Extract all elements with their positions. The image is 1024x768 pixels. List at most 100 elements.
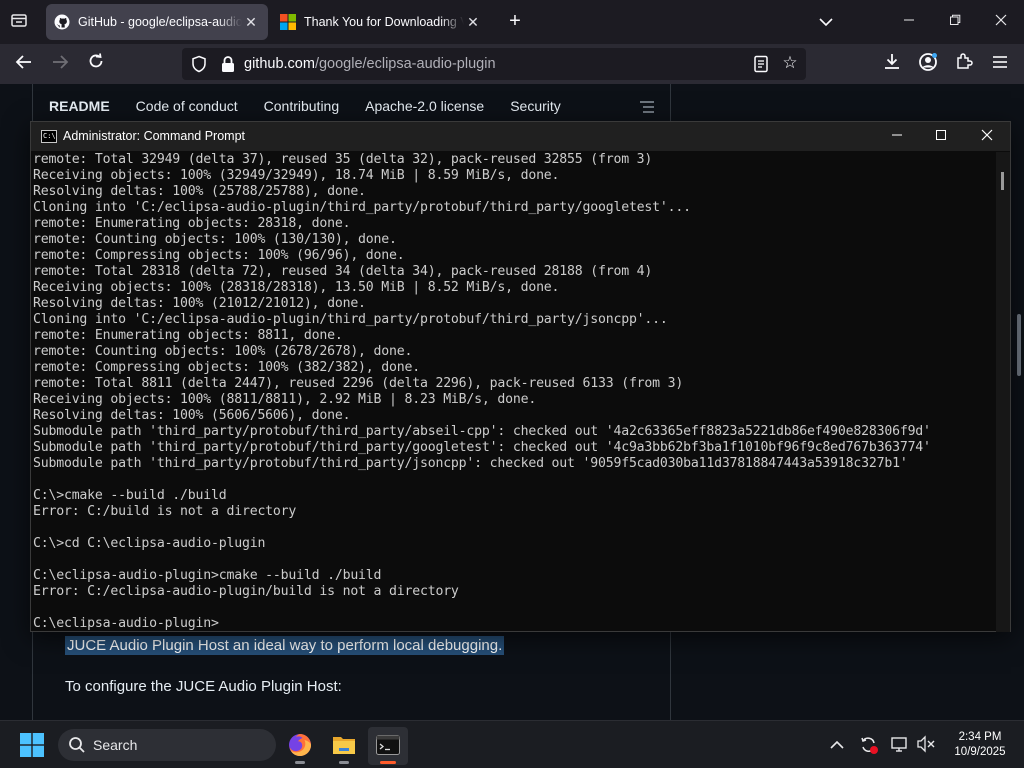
cmd-title-bar[interactable]: C:\ Administrator: Command Prompt bbox=[31, 122, 1010, 151]
url-path: /google/eclipsa-audio-plugin bbox=[314, 56, 496, 72]
minimize-button[interactable] bbox=[886, 6, 932, 38]
network-icon[interactable] bbox=[890, 735, 910, 755]
account-icon[interactable] bbox=[915, 52, 941, 76]
cmd-close-button[interactable] bbox=[964, 122, 1010, 151]
readme-nav-security[interactable]: Security bbox=[510, 98, 561, 114]
reader-view-icon[interactable] bbox=[752, 55, 770, 73]
cmd-line: Receiving objects: 100% (32949/32949), 1… bbox=[33, 168, 560, 183]
volume-muted-icon[interactable] bbox=[916, 735, 936, 755]
cmd-line: Receiving objects: 100% (8811/8811), 2.9… bbox=[33, 392, 537, 407]
url-text[interactable]: github.com/google/eclipsa-audio-plugin bbox=[244, 56, 496, 72]
cmd-line bbox=[33, 600, 995, 616]
command-prompt-window: C:\ Administrator: Command Prompt remote… bbox=[30, 121, 1011, 632]
cmd-line: Submodule path 'third_party/protobuf/thi… bbox=[33, 440, 931, 455]
cmd-line: remote: Enumerating objects: 8811, done. bbox=[33, 328, 343, 343]
selected-text: JUCE Audio Plugin Host an ideal way to p… bbox=[65, 636, 505, 655]
cmd-line: Error: C:/eclipsa-audio-plugin/build is … bbox=[33, 584, 459, 599]
readme-nav-license[interactable]: Apache-2.0 license bbox=[365, 98, 484, 114]
address-bar[interactable]: github.com/google/eclipsa-audio-plugin ☆ bbox=[182, 48, 806, 80]
tab-visual-studio[interactable]: Thank You for Downloading Visual Studio … bbox=[272, 4, 490, 40]
close-window-button[interactable] bbox=[978, 6, 1024, 38]
cmd-line: remote: Counting objects: 100% (130/130)… bbox=[33, 232, 397, 247]
restore-button[interactable] bbox=[932, 6, 978, 38]
firefox-icon bbox=[289, 734, 311, 756]
cmd-line: Resolving deltas: 100% (5606/5606), done… bbox=[33, 408, 351, 423]
taskbar: Search 2:34 PM 10/9/2025 bbox=[0, 720, 1024, 768]
sync-status-icon[interactable] bbox=[859, 735, 879, 755]
paragraph: To configure the JUCE Audio Plugin Host: bbox=[65, 678, 342, 695]
cmd-line: C:\>cd C:\eclipsa-audio-plugin bbox=[33, 536, 266, 551]
cmd-line: remote: Compressing objects: 100% (382/3… bbox=[33, 360, 420, 375]
tab-github[interactable]: GitHub - google/eclipsa-audio-plugin ✕ bbox=[46, 4, 268, 40]
taskbar-firefox[interactable] bbox=[280, 727, 320, 765]
taskbar-file-explorer[interactable] bbox=[324, 727, 364, 765]
active-indicator bbox=[380, 761, 396, 764]
cmd-line: Submodule path 'third_party/protobuf/thi… bbox=[33, 424, 931, 439]
cmd-line bbox=[33, 552, 995, 568]
search-label: Search bbox=[93, 737, 138, 753]
clock-time: 2:34 PM bbox=[958, 731, 1002, 743]
cmd-line: C:\eclipsa-audio-plugin> bbox=[33, 616, 219, 631]
tab-title: GitHub - google/eclipsa-audio-plugin bbox=[78, 15, 242, 29]
forward-button[interactable] bbox=[47, 52, 73, 76]
tracking-protection-icon[interactable] bbox=[190, 55, 208, 73]
show-hidden-icons[interactable] bbox=[827, 735, 847, 755]
cmd-line: C:\>cmake --build ./build bbox=[33, 488, 227, 503]
system-clock[interactable]: 2:34 PM 10/9/2025 bbox=[944, 730, 1016, 760]
cmd-line: remote: Enumerating objects: 28318, done… bbox=[33, 216, 351, 231]
cmd-line: remote: Counting objects: 100% (2678/267… bbox=[33, 344, 413, 359]
url-host: github.com bbox=[244, 56, 315, 72]
taskbar-terminal[interactable] bbox=[368, 727, 408, 765]
taskbar-search[interactable]: Search bbox=[58, 729, 276, 761]
terminal-icon bbox=[376, 735, 400, 755]
github-icon bbox=[54, 14, 70, 30]
new-tab-button[interactable]: + bbox=[503, 10, 527, 34]
running-indicator bbox=[339, 761, 349, 764]
microsoft-icon bbox=[280, 14, 296, 30]
readme-nav-code-of-conduct[interactable]: Code of conduct bbox=[136, 98, 238, 114]
cmd-output[interactable]: remote: Total 32949 (delta 37), reused 3… bbox=[33, 152, 995, 632]
cmd-scrollbar-thumb[interactable] bbox=[1001, 172, 1004, 190]
lock-icon[interactable] bbox=[220, 55, 236, 73]
cmd-line: Resolving deltas: 100% (21012/21012), do… bbox=[33, 296, 366, 311]
browser-tab-bar: GitHub - google/eclipsa-audio-plugin ✕ T… bbox=[0, 0, 1024, 44]
cmd-line: remote: Total 8811 (delta 2447), reused … bbox=[33, 376, 684, 391]
cmd-minimize-button[interactable] bbox=[874, 122, 920, 151]
browser-nav-bar: github.com/google/eclipsa-audio-plugin ☆ bbox=[0, 44, 1024, 84]
close-tab-icon[interactable]: ✕ bbox=[464, 14, 482, 31]
folder-icon bbox=[333, 737, 355, 754]
cmd-title: Administrator: Command Prompt bbox=[63, 129, 246, 143]
clock-date: 10/9/2025 bbox=[954, 746, 1006, 758]
downloads-icon[interactable] bbox=[879, 52, 905, 76]
search-icon bbox=[69, 737, 85, 753]
close-tab-icon[interactable]: ✕ bbox=[242, 14, 260, 31]
readme-nav-readme[interactable]: README bbox=[49, 98, 110, 114]
readme-nav-contributing[interactable]: Contributing bbox=[264, 98, 340, 114]
windows-start-icon[interactable] bbox=[20, 733, 44, 757]
reload-button[interactable] bbox=[83, 52, 109, 76]
tab-title: Thank You for Downloading Visual Studio bbox=[304, 15, 464, 29]
cmd-line: Error: C:/build is not a directory bbox=[33, 504, 297, 519]
cmd-line: Receiving objects: 100% (28318/28318), 1… bbox=[33, 280, 560, 295]
back-button[interactable] bbox=[11, 52, 37, 76]
cmd-line: Submodule path 'third_party/protobuf/thi… bbox=[33, 456, 908, 471]
page-scrollbar[interactable] bbox=[1017, 314, 1021, 376]
cmd-line bbox=[33, 520, 995, 536]
cmd-line: remote: Total 28318 (delta 72), reused 3… bbox=[33, 264, 653, 279]
running-indicator bbox=[295, 761, 305, 764]
cmd-maximize-button[interactable] bbox=[918, 122, 964, 151]
menu-icon[interactable] bbox=[987, 52, 1013, 76]
readme-nav: README Code of conduct Contributing Apac… bbox=[49, 98, 561, 114]
cmd-icon: C:\ bbox=[41, 130, 57, 143]
cmd-line: remote: Total 32949 (delta 37), reused 3… bbox=[33, 152, 653, 167]
outline-icon[interactable] bbox=[639, 100, 655, 114]
cmd-scrollbar[interactable] bbox=[996, 152, 1010, 632]
extensions-icon[interactable] bbox=[951, 52, 977, 76]
cmd-line: Cloning into 'C:/eclipsa-audio-plugin/th… bbox=[33, 200, 691, 215]
firefox-view-icon[interactable] bbox=[8, 11, 30, 33]
cmd-line: Cloning into 'C:/eclipsa-audio-plugin/th… bbox=[33, 312, 668, 327]
cmd-line: C:\eclipsa-audio-plugin>cmake --build ./… bbox=[33, 568, 382, 583]
list-all-tabs-icon[interactable] bbox=[814, 10, 838, 34]
cmd-line bbox=[33, 472, 995, 488]
bookmark-star-icon[interactable]: ☆ bbox=[780, 53, 800, 73]
